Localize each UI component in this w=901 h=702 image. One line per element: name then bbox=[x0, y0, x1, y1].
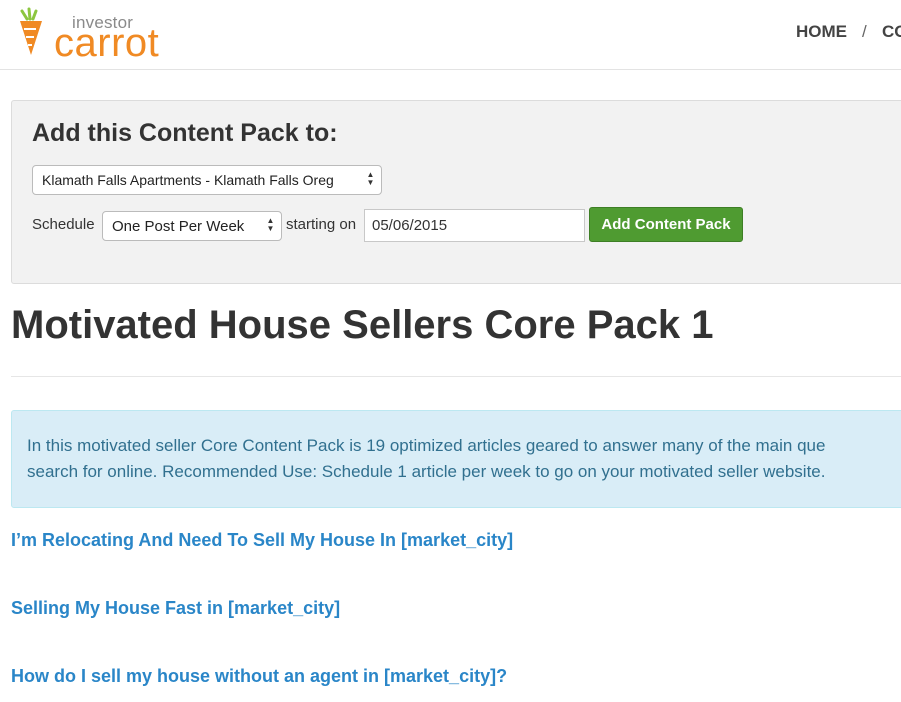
divider bbox=[11, 376, 901, 377]
nav-content-link[interactable]: CO bbox=[882, 22, 901, 42]
info-text-line-1: In this motivated seller Core Content Pa… bbox=[27, 436, 826, 455]
schedule-select-value: One Post Per Week bbox=[112, 218, 245, 235]
schedule-label: Schedule bbox=[32, 216, 95, 233]
site-header: investor carrot HOME / CO bbox=[0, 0, 901, 70]
info-alert: In this motivated seller Core Content Pa… bbox=[11, 410, 901, 508]
article-link[interactable]: How do I sell my house without an agent … bbox=[11, 666, 507, 687]
page-title: Motivated House Sellers Core Pack 1 bbox=[11, 303, 714, 347]
investor-carrot-logo[interactable]: investor carrot bbox=[16, 5, 176, 65]
nav-separator: / bbox=[862, 22, 867, 41]
info-text-line-2: search for online. Recommended Use: Sche… bbox=[27, 462, 826, 481]
logo-text-carrot: carrot bbox=[54, 21, 160, 65]
article-link[interactable]: Selling My House Fast in [market_city] bbox=[11, 598, 340, 619]
add-content-pack-button[interactable]: Add Content Pack bbox=[589, 207, 743, 242]
site-select[interactable]: Klamath Falls Apartments - Klamath Falls… bbox=[32, 165, 382, 195]
select-arrows-icon: ▲ ▼ bbox=[366, 170, 375, 187]
article-link[interactable]: I’m Relocating And Need To Sell My House… bbox=[11, 530, 513, 551]
start-date-input[interactable]: 05/06/2015 bbox=[364, 209, 585, 242]
site-select-value: Klamath Falls Apartments - Klamath Falls… bbox=[42, 172, 334, 188]
info-text: In this motivated seller Core Content Pa… bbox=[27, 433, 901, 485]
select-arrows-icon: ▲ ▼ bbox=[266, 216, 275, 233]
carrot-icon bbox=[20, 7, 42, 55]
add-content-pack-panel: Add this Content Pack to: Klamath Falls … bbox=[11, 100, 901, 284]
schedule-select[interactable]: One Post Per Week ▲ ▼ bbox=[102, 211, 282, 241]
nav-home-link[interactable]: HOME bbox=[796, 22, 847, 42]
starting-on-label: starting on bbox=[286, 216, 357, 233]
panel-title: Add this Content Pack to: bbox=[32, 119, 338, 147]
